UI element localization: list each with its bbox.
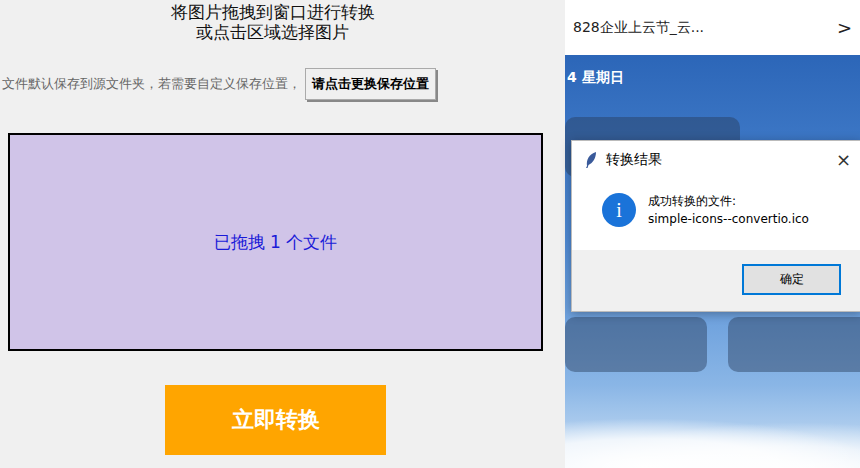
feather-icon (584, 151, 598, 169)
tab-arrow[interactable]: > (837, 17, 852, 38)
dialog-title-bar: 转换结果 × (572, 141, 860, 178)
result-dialog: 转换结果 × i 成功转换的文件:simple-icons--convertio.ic… (571, 140, 860, 312)
dialog-title: 转换结果 (606, 151, 828, 169)
dialog-body: i 成功转换的文件:simple-icons--convertio.ico (572, 178, 860, 250)
dialog-message: 成功转换的文件:simple-icons--convertio.ico (648, 192, 809, 228)
clouds (565, 418, 860, 468)
info-icon: i (602, 193, 636, 227)
change-save-location-button[interactable]: 请点击更换保存位置 (305, 68, 436, 100)
dialog-footer: 确定 (572, 250, 860, 311)
save-hint: 文件默认保存到源文件夹，若需要自定义保存位置， (2, 75, 301, 93)
shortcut-panel (565, 317, 707, 372)
convert-button[interactable]: 立即转换 (165, 385, 386, 455)
close-button[interactable]: × (836, 149, 851, 170)
browser-background: 828企业上云节_云...>4 星期日转换结果 × i 成功转换的文件:simple-… (565, 0, 860, 468)
drop-zone-status: 已拖拽 1 个文件 (214, 231, 338, 254)
tab-title[interactable]: 828企业上云节_云... (573, 19, 837, 37)
converter-window: 将图片拖拽到窗口进行转换或点击区域选择图片文件默认保存到源文件夹，若需要自定义保… (0, 0, 565, 468)
drop-zone[interactable]: 已拖拽 1 个文件 (8, 133, 543, 351)
shortcut-panel (728, 317, 860, 372)
browser-tab-strip: 828企业上云节_云...> (565, 0, 860, 55)
date-text: 4 星期日 (565, 55, 860, 87)
screen: 将图片拖拽到窗口进行转换或点击区域选择图片文件默认保存到源文件夹，若需要自定义保… (0, 0, 860, 468)
ok-button[interactable]: 确定 (742, 264, 841, 295)
save-location-row: 文件默认保存到源文件夹，若需要自定义保存位置，请点击更换保存位置 (0, 68, 565, 100)
instruction-text: 将图片拖拽到窗口进行转换或点击区域选择图片 (0, 0, 565, 42)
